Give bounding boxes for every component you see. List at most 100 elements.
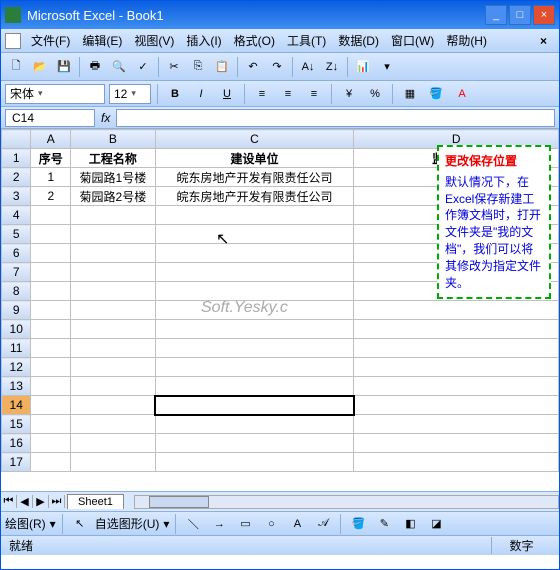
cell-C10[interactable]: [155, 320, 354, 339]
italic-button[interactable]: I: [190, 83, 212, 105]
cell-A11[interactable]: [31, 339, 71, 358]
row-header-14[interactable]: 14: [2, 396, 31, 415]
preview-icon[interactable]: 🔍: [108, 56, 130, 78]
cell-C6[interactable]: [155, 244, 354, 263]
align-left-icon[interactable]: ≡: [251, 83, 273, 105]
menu-data[interactable]: 数据(D): [332, 30, 385, 51]
menu-insert[interactable]: 插入(I): [180, 30, 227, 51]
cell-D16[interactable]: [354, 434, 559, 453]
chart-icon[interactable]: 📊: [352, 56, 374, 78]
cell-B17[interactable]: [71, 453, 156, 472]
cell-C9[interactable]: [155, 301, 354, 320]
cell-C3[interactable]: 皖东房地产开发有限责任公司: [155, 187, 354, 206]
cell-D17[interactable]: [354, 453, 559, 472]
cell-B11[interactable]: [71, 339, 156, 358]
cell-A6[interactable]: [31, 244, 71, 263]
cell-B16[interactable]: [71, 434, 156, 453]
borders-icon[interactable]: ▦: [399, 83, 421, 105]
cell-A14[interactable]: [31, 396, 71, 415]
tab-prev-icon[interactable]: ◀: [17, 495, 33, 508]
redo-icon[interactable]: ↷: [266, 56, 288, 78]
underline-button[interactable]: U: [216, 83, 238, 105]
rect-icon[interactable]: ▭: [234, 513, 256, 535]
row-header-11[interactable]: 11: [2, 339, 31, 358]
currency-icon[interactable]: ¥: [338, 83, 360, 105]
cell-A15[interactable]: [31, 415, 71, 434]
cell-B6[interactable]: [71, 244, 156, 263]
cell-B15[interactable]: [71, 415, 156, 434]
formula-bar[interactable]: [116, 109, 555, 127]
menu-tools[interactable]: 工具(T): [281, 30, 332, 51]
wordart-icon[interactable]: 𝒜: [312, 513, 334, 535]
close-button[interactable]: ×: [533, 5, 555, 25]
bold-button[interactable]: B: [164, 83, 186, 105]
font-size-select[interactable]: 12▾: [109, 84, 151, 104]
scrollbar-thumb[interactable]: [149, 496, 209, 508]
cell-B4[interactable]: [71, 206, 156, 225]
oval-icon[interactable]: ○: [260, 513, 282, 535]
menu-view[interactable]: 视图(V): [128, 30, 180, 51]
cell-C11[interactable]: [155, 339, 354, 358]
cell-C8[interactable]: [155, 282, 354, 301]
cell-D13[interactable]: [354, 377, 559, 396]
font-name-select[interactable]: 宋体▾: [5, 84, 105, 104]
undo-icon[interactable]: ↶: [242, 56, 264, 78]
cell-B1[interactable]: 工程名称: [71, 149, 156, 168]
spell-icon[interactable]: ✓: [132, 56, 154, 78]
row-header-16[interactable]: 16: [2, 434, 31, 453]
cell-C1[interactable]: 建设单位: [155, 149, 354, 168]
cell-D14[interactable]: [354, 396, 559, 415]
cell-B12[interactable]: [71, 358, 156, 377]
row-header-12[interactable]: 12: [2, 358, 31, 377]
cell-A13[interactable]: [31, 377, 71, 396]
cell-B5[interactable]: [71, 225, 156, 244]
sort-asc-icon[interactable]: A↓: [297, 56, 319, 78]
textbox-icon[interactable]: A: [286, 513, 308, 535]
fill-icon[interactable]: 🪣: [347, 513, 369, 535]
row-header-9[interactable]: 9: [2, 301, 31, 320]
col-header-A[interactable]: A: [31, 130, 71, 149]
col-header-C[interactable]: C: [155, 130, 354, 149]
menu-help[interactable]: 帮助(H): [440, 30, 493, 51]
row-header-3[interactable]: 3: [2, 187, 31, 206]
cell-C14[interactable]: [155, 396, 354, 415]
select-arrow-icon[interactable]: ↖: [69, 513, 91, 535]
cell-C2[interactable]: 皖东房地产开发有限责任公司: [155, 168, 354, 187]
row-header-4[interactable]: 4: [2, 206, 31, 225]
cell-A2[interactable]: 1: [31, 168, 71, 187]
row-header-5[interactable]: 5: [2, 225, 31, 244]
cell-A3[interactable]: 2: [31, 187, 71, 206]
align-right-icon[interactable]: ≡: [303, 83, 325, 105]
cell-A8[interactable]: [31, 282, 71, 301]
draw-menu[interactable]: 绘图(R): [5, 515, 46, 532]
sheet-tab[interactable]: Sheet1: [67, 494, 124, 509]
menu-file[interactable]: 文件(F): [25, 30, 76, 51]
row-header-1[interactable]: 1: [2, 149, 31, 168]
cell-A17[interactable]: [31, 453, 71, 472]
print-icon[interactable]: 🖶: [84, 56, 106, 78]
select-all-cell[interactable]: [2, 130, 31, 149]
cell-D10[interactable]: [354, 320, 559, 339]
cell-B2[interactable]: 菊园路1号楼: [71, 168, 156, 187]
paste-icon[interactable]: 📋: [211, 56, 233, 78]
cell-A12[interactable]: [31, 358, 71, 377]
name-box[interactable]: C14: [5, 109, 95, 127]
cell-B8[interactable]: [71, 282, 156, 301]
fill-color-icon[interactable]: 🪣: [425, 83, 447, 105]
cell-A4[interactable]: [31, 206, 71, 225]
row-header-15[interactable]: 15: [2, 415, 31, 434]
tab-next-icon[interactable]: ▶: [33, 495, 49, 508]
cell-C12[interactable]: [155, 358, 354, 377]
cell-B10[interactable]: [71, 320, 156, 339]
cell-B7[interactable]: [71, 263, 156, 282]
menu-edit[interactable]: 编辑(E): [76, 30, 128, 51]
fx-icon[interactable]: fx: [101, 111, 110, 125]
maximize-button[interactable]: □: [509, 5, 531, 25]
cell-C16[interactable]: [155, 434, 354, 453]
sort-desc-icon[interactable]: Z↓: [321, 56, 343, 78]
arrow-icon[interactable]: →: [208, 513, 230, 535]
tab-first-icon[interactable]: ⏮: [1, 495, 17, 508]
cell-D9[interactable]: [354, 301, 559, 320]
open-icon[interactable]: 📂: [29, 56, 51, 78]
line-icon[interactable]: ＼: [182, 513, 204, 535]
